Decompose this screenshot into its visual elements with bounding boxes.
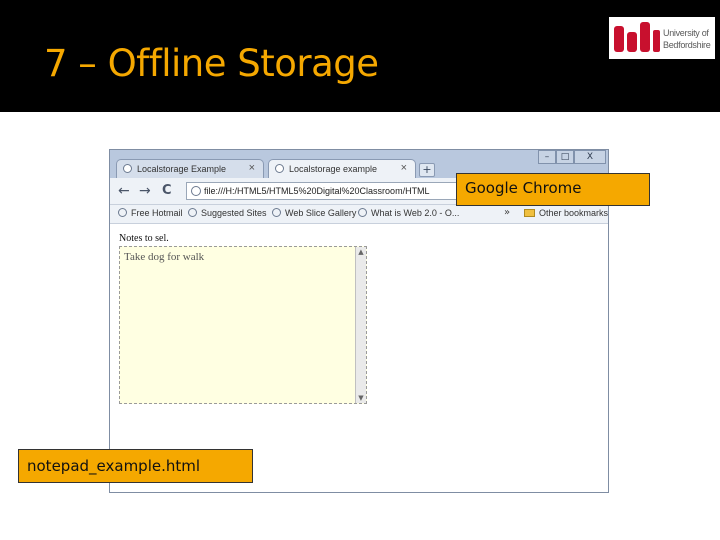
folder-icon (524, 209, 535, 217)
page-icon (188, 208, 197, 217)
bookmarks-bar: Free Hotmail Suggested Sites Web Slice G… (110, 205, 608, 224)
bookmark-web-slice-gallery[interactable]: Web Slice Gallery (272, 208, 356, 218)
tab-close-icon[interactable]: × (249, 162, 255, 174)
tab-localstorage-example-2[interactable]: Localstorage example × (268, 159, 416, 178)
callout-file-name: notepad_example.html (18, 449, 253, 483)
notes-label: Notes to sel. (119, 233, 169, 244)
address-bar[interactable]: file:///H:/HTML5/HTML5%20Digital%20Class… (186, 182, 466, 200)
page-icon (118, 208, 127, 217)
page-icon (275, 164, 284, 173)
logo-text-line2: Bedfordshire (663, 40, 711, 50)
bookmark-suggested-sites[interactable]: Suggested Sites (188, 208, 267, 218)
notes-textarea[interactable]: Take dog for walk ▲ ▼ (119, 246, 367, 404)
bookmark-label: Suggested Sites (201, 208, 267, 218)
scroll-up-arrow-icon[interactable]: ▲ (356, 247, 366, 257)
callout-browser-name: Google Chrome (456, 173, 650, 206)
tab-label: Localstorage example (289, 164, 378, 174)
minimize-button[interactable]: – (538, 150, 556, 164)
close-window-button[interactable]: X (574, 150, 606, 164)
tab-localstorage-example-1[interactable]: Localstorage Example × (116, 159, 264, 178)
address-url: file:///H:/HTML5/HTML5%20Digital%20Class… (204, 186, 430, 196)
other-bookmarks[interactable]: Other bookmarks (524, 208, 608, 218)
notes-textarea-value: Take dog for walk (124, 251, 205, 263)
textarea-scrollbar[interactable]: ▲ ▼ (355, 247, 366, 403)
bookmark-label: What is Web 2.0 - O... (371, 208, 460, 218)
page-icon (191, 186, 201, 196)
forward-arrow-icon[interactable]: → (139, 183, 151, 199)
reload-icon[interactable]: C (162, 183, 172, 198)
university-logo: University of Bedfordshire (609, 17, 715, 59)
page-icon (272, 208, 281, 217)
bookmark-what-is-web-2[interactable]: What is Web 2.0 - O... (358, 208, 459, 218)
maximize-button[interactable]: □ (556, 150, 574, 164)
scroll-down-arrow-icon[interactable]: ▼ (356, 393, 366, 403)
bookmark-free-hotmail[interactable]: Free Hotmail (118, 208, 183, 218)
tab-label: Localstorage Example (137, 164, 227, 174)
bookmark-label: Free Hotmail (131, 208, 183, 218)
other-bookmarks-label: Other bookmarks (539, 208, 609, 218)
bookmark-label: Web Slice Gallery (285, 208, 357, 218)
tab-close-icon[interactable]: × (401, 162, 407, 174)
bookmarks-overflow-icon[interactable]: » (504, 207, 510, 218)
back-arrow-icon[interactable]: ← (118, 183, 130, 199)
university-logo-mark-icon (614, 22, 660, 52)
slide-title: 7 – Offline Storage (44, 42, 379, 85)
new-tab-button[interactable]: + (419, 163, 435, 177)
title-banner: 7 – Offline Storage University of Bedfor… (0, 0, 720, 112)
page-icon (358, 208, 367, 217)
logo-text-line1: University of (663, 28, 709, 38)
page-icon (123, 164, 132, 173)
